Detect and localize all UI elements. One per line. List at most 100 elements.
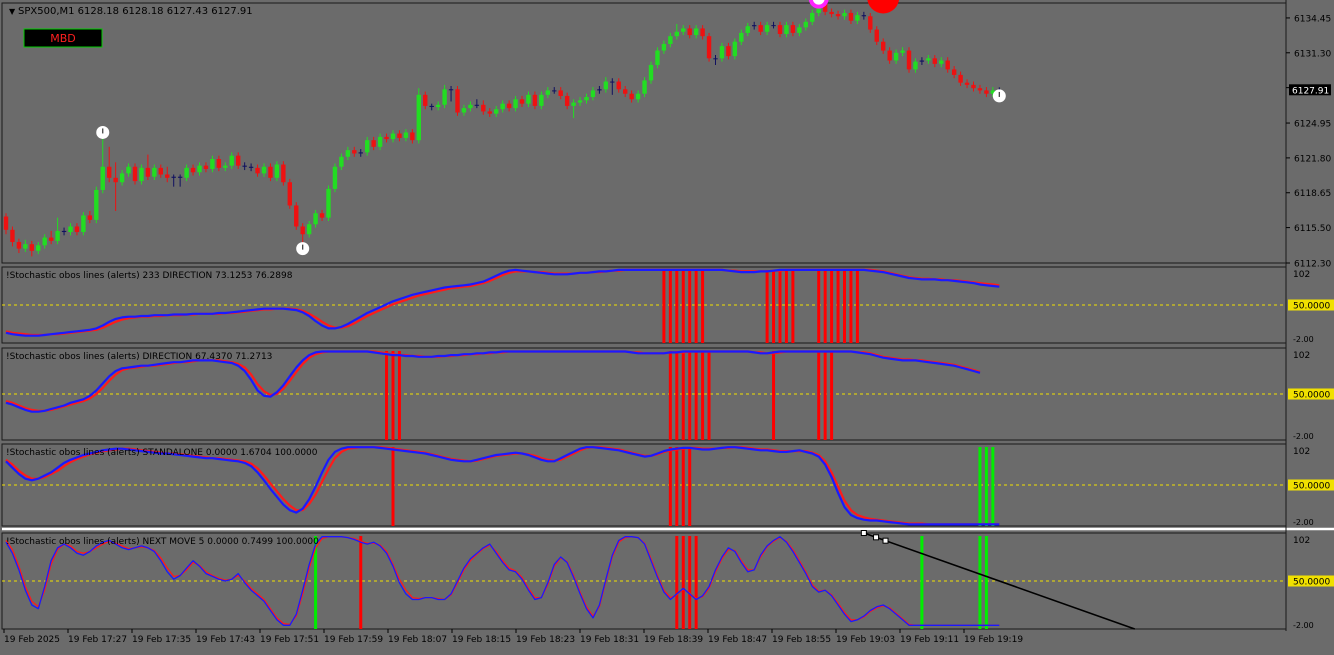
candle-body — [319, 213, 325, 218]
candle-body — [468, 104, 473, 109]
candle-body — [868, 16, 873, 30]
candle-body — [829, 11, 834, 15]
time-tick-label: 19 Feb 19:03 — [836, 635, 895, 645]
candle-body — [610, 81, 615, 83]
candle-body — [848, 12, 854, 21]
candle-body — [203, 165, 209, 169]
time-tick-label: 19 Feb 18:47 — [708, 635, 767, 645]
candle-body — [306, 224, 312, 235]
time-tick-label: 19 Feb 18:07 — [388, 635, 447, 645]
candle-body — [158, 167, 163, 175]
candle-body — [255, 167, 260, 174]
time-tick-label: 19 Feb 18:23 — [516, 635, 575, 645]
indicator-title: !Stochastic obos lines (alerts) DIRECTIO… — [6, 352, 272, 362]
candle-body — [803, 21, 808, 28]
candle-body — [552, 90, 557, 92]
candle-body — [687, 28, 692, 36]
candle-body — [261, 166, 267, 174]
candle-body — [732, 41, 738, 57]
price-tick-label: 6124.95 — [1294, 120, 1331, 130]
candle-body — [210, 159, 215, 169]
level-label: 50.0000 — [1293, 578, 1330, 588]
candle-body — [435, 104, 441, 107]
candle-body — [397, 133, 402, 138]
price-tick-label: 6121.80 — [1294, 154, 1331, 164]
trend-line-handle — [882, 537, 889, 544]
axis-top-label: 102 — [1293, 351, 1310, 361]
candle-body — [661, 43, 667, 51]
price-tick-label: 6112.30 — [1294, 260, 1331, 270]
candle-body — [410, 132, 415, 141]
candle-body — [674, 31, 679, 37]
candle-body — [887, 50, 892, 61]
price-tick-label: 6131.30 — [1294, 49, 1331, 59]
candle-body — [339, 156, 344, 167]
candle-body — [281, 164, 286, 183]
candle-body — [229, 155, 234, 166]
candle-body — [236, 155, 241, 166]
candle-body — [913, 61, 918, 70]
candle-body — [16, 241, 22, 249]
candle-body — [635, 93, 641, 100]
candle-body — [506, 103, 512, 109]
level-label: 50.0000 — [1293, 482, 1330, 492]
symbol-dropdown-icon[interactable]: ▼ — [9, 7, 16, 16]
price-tick-label: 6134.45 — [1294, 14, 1331, 24]
candle-body — [513, 99, 518, 109]
candle-body — [384, 136, 389, 140]
candle-body — [603, 81, 609, 90]
axis-bottom-label: -2.00 — [1293, 621, 1314, 630]
candle-body — [119, 173, 125, 183]
candle-body — [855, 15, 860, 21]
candle-body — [442, 89, 447, 105]
candle-body — [481, 104, 486, 112]
candle-body — [939, 60, 944, 64]
candle-body — [358, 152, 363, 154]
time-tick-label: 19 Feb 18:55 — [772, 635, 831, 645]
level-label: 50.0000 — [1293, 391, 1330, 401]
candle-body — [900, 50, 905, 53]
candle-body — [532, 94, 538, 106]
candle-body — [429, 105, 434, 107]
candle-body — [371, 140, 376, 147]
candle-body — [758, 25, 763, 32]
trend-line-handle — [860, 530, 867, 536]
candle-body — [74, 226, 80, 233]
candle-body — [577, 100, 583, 103]
candle-body — [706, 36, 712, 59]
time-tick-label: 19 Feb 19:11 — [900, 635, 959, 645]
candle-body — [842, 12, 847, 17]
candle-body — [461, 108, 467, 113]
candle-body — [526, 94, 531, 104]
indicator-title: !Stochastic obos lines (alerts) STANDALO… — [6, 448, 318, 458]
candle-body — [177, 176, 183, 178]
candle-body — [29, 244, 34, 251]
price-tick-label: 6118.65 — [1294, 189, 1331, 199]
axis-bottom-label: -2.00 — [1293, 518, 1314, 527]
candle-body — [36, 245, 41, 251]
axis-top-label: 102 — [1293, 447, 1310, 457]
candle-body — [197, 165, 202, 173]
candle-body — [248, 166, 254, 168]
candle-body — [55, 230, 60, 241]
chart-canvas[interactable]: SPX500,M1 6128.18 6128.18 6127.43 6127.9… — [0, 0, 1334, 651]
time-tick-label: 19 Feb 17:59 — [324, 635, 383, 645]
current-price-label: 6127.91 — [1289, 84, 1331, 96]
candle-body — [945, 60, 950, 70]
candle-body — [719, 46, 725, 59]
candle-body — [977, 88, 983, 91]
indicator-title: !Stochastic obos lines (alerts) NEXT MOV… — [6, 537, 319, 547]
candle-body — [584, 97, 589, 101]
candle-body — [597, 89, 602, 91]
mbd-button[interactable]: MBD — [23, 28, 103, 48]
indicator-title: !Stochastic obos lines (alerts) 233 DIRE… — [6, 271, 293, 281]
canvas-background — [0, 0, 1334, 651]
candle-body — [23, 244, 28, 249]
candle-body — [616, 81, 621, 90]
trend-line-handle — [873, 534, 880, 541]
candle-body — [835, 14, 841, 17]
candle-body — [3, 216, 9, 230]
candle-body — [403, 132, 409, 138]
candle-body — [216, 159, 222, 168]
candle-body — [519, 99, 525, 104]
